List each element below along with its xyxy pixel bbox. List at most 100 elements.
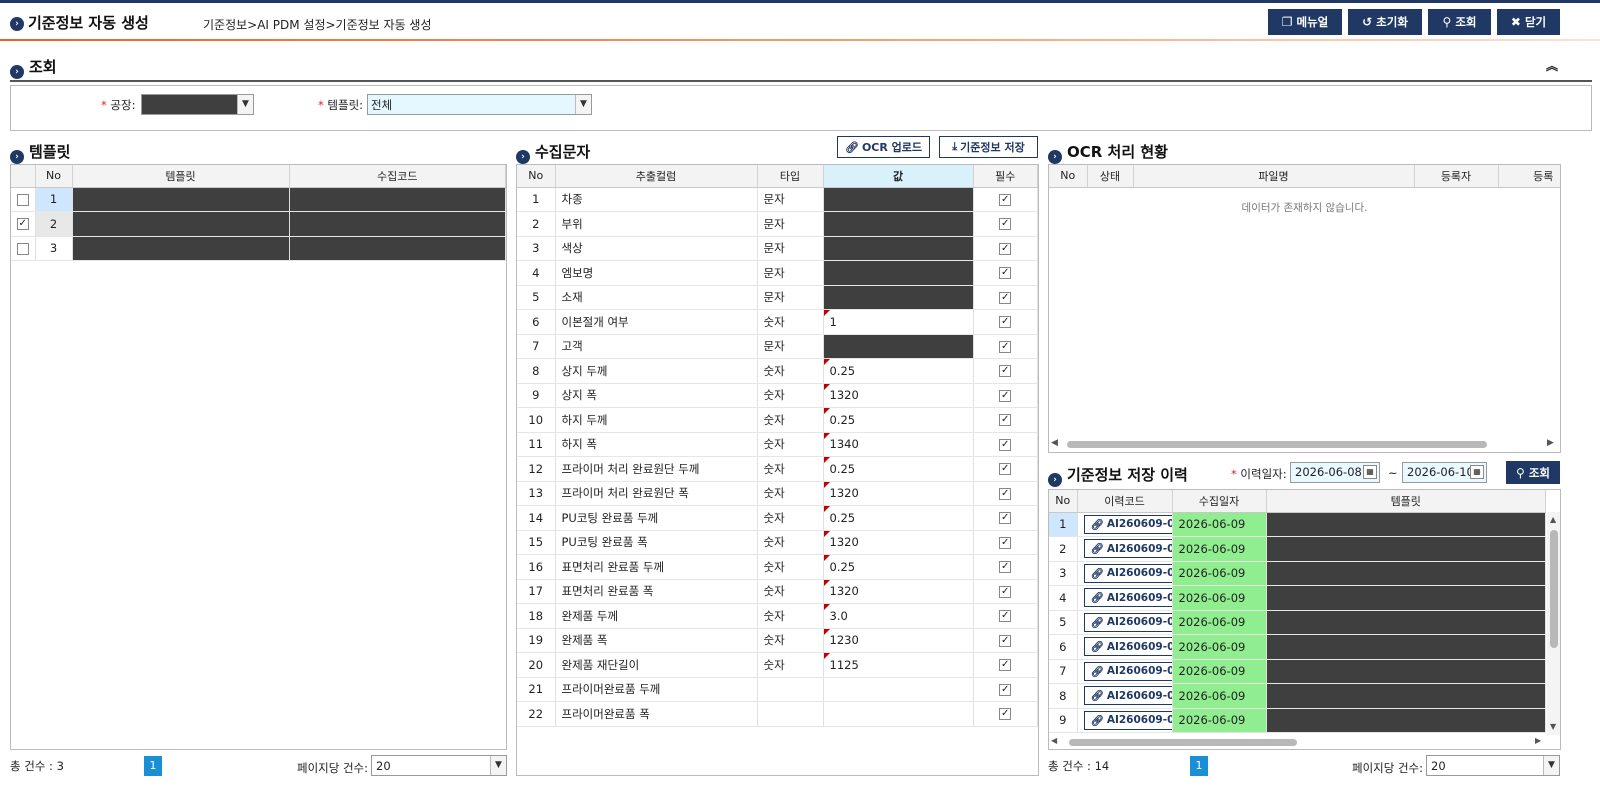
history-search-button[interactable]: ⚲ 조회 (1506, 461, 1560, 484)
value-cell[interactable] (823, 701, 974, 727)
table-row[interactable]: 9 상지 폭 숫자 1320 ✓ (517, 383, 1038, 408)
page-number[interactable]: 1 (144, 756, 162, 776)
required-checkbox[interactable]: ✓ (973, 579, 1038, 604)
required-checkbox[interactable]: ✓ (973, 554, 1038, 580)
template-select[interactable]: 전체 ▼ (367, 94, 592, 115)
value-cell[interactable]: 1230 (823, 628, 974, 653)
value-cell[interactable] (823, 211, 974, 237)
check-icon[interactable]: ✓ (999, 487, 1012, 500)
table-row[interactable]: 13 프라이머 처리 완료원단 폭 숫자 1320 ✓ (517, 481, 1038, 506)
history-code-button[interactable]: 🔗︎AI260609-012 (1083, 563, 1171, 583)
plant-select[interactable]: ▼ (141, 94, 254, 115)
save-master-button[interactable]: ⤓ 기준정보 저장 (939, 136, 1038, 158)
scroll-thumb[interactable] (1550, 530, 1558, 648)
table-row[interactable]: 5🔗︎AI260609-0102026-06-09 (1049, 610, 1546, 635)
table-row[interactable]: 3🔗︎AI260609-0122026-06-09 (1049, 561, 1546, 586)
value-cell[interactable] (823, 260, 974, 286)
row-checkbox[interactable] (16, 193, 29, 206)
required-checkbox[interactable]: ✓ (973, 309, 1038, 335)
check-icon[interactable]: ✓ (999, 267, 1012, 280)
scroll-thumb[interactable] (1067, 441, 1487, 448)
history-code-button[interactable]: 🔗︎AI260609-008 (1083, 661, 1171, 681)
required-checkbox[interactable]: ✓ (973, 407, 1038, 433)
check-icon[interactable]: ✓ (999, 218, 1012, 231)
check-icon[interactable]: ✓ (999, 610, 1012, 623)
value-cell[interactable]: 0.25 (823, 554, 974, 580)
required-checkbox[interactable]: ✓ (973, 505, 1038, 531)
check-icon[interactable]: ✓ (999, 365, 1012, 378)
value-cell[interactable]: 1125 (823, 652, 974, 678)
table-row[interactable]: 3 (11, 236, 506, 261)
check-icon[interactable]: ✓ (999, 659, 1012, 672)
table-row[interactable]: 5 소재 문자 ✓ (517, 285, 1038, 310)
calendar-icon[interactable]: ▦ (1363, 465, 1377, 479)
table-row[interactable]: 2🔗︎AI260609-0132026-06-09 (1049, 536, 1546, 562)
value-cell[interactable] (823, 285, 974, 310)
required-checkbox[interactable]: ✓ (973, 530, 1038, 555)
value-cell[interactable]: 0.25 (823, 456, 974, 482)
table-row[interactable]: 17 표면처리 완료품 폭 숫자 1320 ✓ (517, 579, 1038, 604)
required-checkbox[interactable]: ✓ (973, 677, 1038, 702)
history-code-button[interactable]: 🔗︎AI260609-011 (1083, 588, 1171, 608)
table-row[interactable]: 21 프라이머완료품 두께 ✓ (517, 677, 1038, 702)
table-row[interactable]: 8🔗︎AI260609-0072026-06-09 (1049, 683, 1546, 709)
history-code-button[interactable]: 🔗︎AI260609-009 (1083, 637, 1171, 657)
required-checkbox[interactable]: ✓ (973, 652, 1038, 678)
value-cell[interactable]: 1320 (823, 481, 974, 506)
value-cell[interactable]: 3.0 (823, 603, 974, 629)
required-checkbox[interactable]: ✓ (973, 358, 1038, 384)
scroll-down-icon[interactable]: ▼ (1550, 722, 1556, 731)
required-checkbox[interactable]: ✓ (973, 432, 1038, 457)
table-row[interactable]: 10 하지 두께 숫자 0.25 ✓ (517, 407, 1038, 433)
table-row[interactable]: 1🔗︎AI260609-0142026-06-09 (1049, 512, 1546, 537)
required-checkbox[interactable]: ✓ (973, 334, 1038, 359)
date-from-input[interactable]: 2026-06-08 ▦ (1290, 462, 1380, 483)
scroll-right-icon[interactable]: ▶ (1547, 438, 1554, 448)
value-cell[interactable]: 1340 (823, 432, 974, 457)
table-row[interactable]: 1 차종 문자 ✓ (517, 187, 1038, 212)
table-row[interactable]: 11 하지 폭 숫자 1340 ✓ (517, 432, 1038, 457)
scroll-right-icon[interactable]: ▶ (1535, 736, 1541, 745)
per-page-select[interactable]: 20 ▼ (1426, 755, 1560, 776)
table-row[interactable]: 22 프라이머완료품 폭 ✓ (517, 701, 1038, 727)
scroll-left-icon[interactable]: ◀ (1051, 736, 1057, 745)
value-cell[interactable]: 0.25 (823, 505, 974, 531)
table-row[interactable]: 4 엠보명 문자 ✓ (517, 260, 1038, 286)
horizontal-scrollbar[interactable]: ◀ ▶ (1049, 735, 1547, 749)
check-icon[interactable]: ✓ (999, 340, 1012, 353)
table-row[interactable]: 9🔗︎AI260609-0062026-06-09 (1049, 708, 1546, 733)
table-row[interactable]: 20 완제품 재단길이 숫자 1125 ✓ (517, 652, 1038, 678)
check-icon[interactable]: ✓ (999, 561, 1012, 574)
close-button[interactable]: ✖ 닫기 (1497, 9, 1560, 35)
required-checkbox[interactable]: ✓ (973, 211, 1038, 237)
table-row[interactable]: 8 상지 두께 숫자 0.25 ✓ (517, 358, 1038, 384)
value-cell[interactable] (823, 187, 974, 212)
history-code-button[interactable]: 🔗︎AI260609-013 (1083, 539, 1171, 559)
value-cell[interactable]: 0.25 (823, 358, 974, 384)
check-icon[interactable]: ✓ (999, 291, 1012, 304)
required-checkbox[interactable]: ✓ (973, 603, 1038, 629)
table-row[interactable]: 7🔗︎AI260609-0082026-06-09 (1049, 659, 1546, 684)
page-number[interactable]: 1 (1190, 756, 1208, 776)
required-checkbox[interactable]: ✓ (973, 701, 1038, 727)
check-icon[interactable]: ✓ (999, 683, 1012, 696)
table-row[interactable]: 3 색상 문자 ✓ (517, 236, 1038, 261)
scroll-left-icon[interactable]: ◀ (1051, 438, 1058, 448)
table-row[interactable]: 7 고객 문자 ✓ (517, 334, 1038, 359)
required-checkbox[interactable]: ✓ (973, 260, 1038, 286)
search-button[interactable]: ⚲ 조회 (1428, 9, 1491, 35)
table-row[interactable]: 1 (11, 187, 506, 212)
row-checkbox[interactable] (16, 242, 29, 255)
value-cell[interactable] (823, 334, 974, 359)
table-row[interactable]: ✓ 2 (11, 211, 506, 237)
table-row[interactable]: 15 PU코팅 완료품 폭 숫자 1320 ✓ (517, 530, 1038, 555)
history-code-button[interactable]: 🔗︎AI260609-010 (1083, 612, 1171, 632)
required-checkbox[interactable]: ✓ (973, 481, 1038, 506)
required-checkbox[interactable]: ✓ (973, 456, 1038, 482)
value-cell[interactable]: 0.25 (823, 407, 974, 433)
table-row[interactable]: 16 표면처리 완료품 두께 숫자 0.25 ✓ (517, 554, 1038, 580)
check-icon[interactable]: ✓ (999, 316, 1012, 329)
table-row[interactable]: 12 프라이머 처리 완료원단 두께 숫자 0.25 ✓ (517, 456, 1038, 482)
check-icon[interactable]: ✓ (999, 585, 1012, 598)
table-row[interactable]: 4🔗︎AI260609-0112026-06-09 (1049, 585, 1546, 611)
